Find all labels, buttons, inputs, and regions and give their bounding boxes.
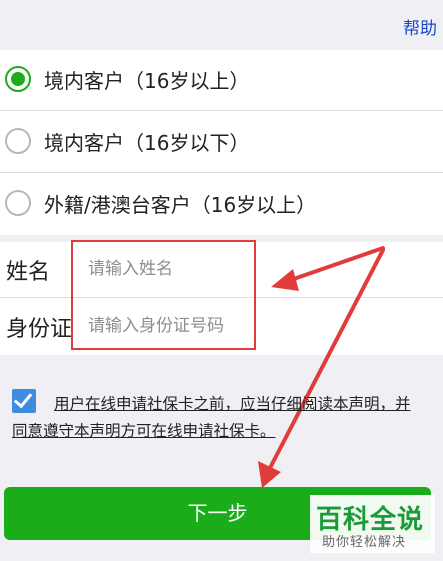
checkmark-icon (13, 388, 33, 409)
agreement-checkbox[interactable] (12, 388, 36, 413)
arrow-head-left-icon (271, 269, 299, 291)
watermark-subtitle: 助你轻松解决 (322, 535, 407, 550)
annotation-arrows (258, 246, 385, 488)
watermark-logo: 百科全说 助你轻松解决 (310, 495, 435, 553)
agreement-text[interactable]: 用户在线申请社保卡之前，应当仔细阅读本声明，并同意遵守本声明方可在线申请社保卡。 (12, 391, 412, 445)
